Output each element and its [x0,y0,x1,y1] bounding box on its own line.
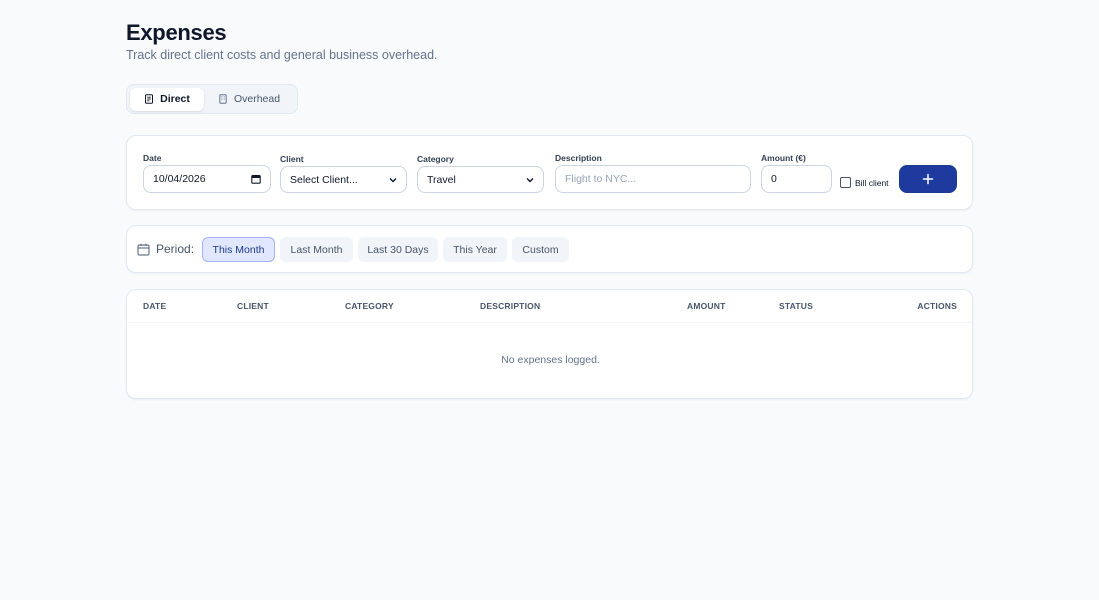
column-header-status: STATUS [779,301,813,311]
category-select[interactable]: Travel [417,166,544,193]
page-subtitle: Track direct client costs and general bu… [126,48,438,62]
category-label: Category [417,154,454,164]
expenses-table: DATE CLIENT CATEGORY DESCRIPTION AMOUNT … [126,289,973,399]
chevron-down-icon [389,178,397,183]
period-filter: Period: This Month Last Month Last 30 Da… [126,225,973,273]
period-last-30-days[interactable]: Last 30 Days [358,237,438,262]
calendar-icon [137,243,150,256]
description-placeholder: Flight to NYC... [565,173,637,185]
amount-label: Amount (€) [761,153,806,163]
period-label-text: Period: [156,242,195,256]
table-body: No expenses logged. [127,322,972,398]
empty-state-message: No expenses logged. [501,354,600,366]
chevron-down-icon [526,178,534,183]
calendar-icon [251,175,261,184]
amount-value: 0 [771,173,777,185]
tab-direct[interactable]: Direct [130,87,204,111]
date-input[interactable]: 10/04/2026 [143,165,271,193]
tab-direct-label: Direct [160,93,190,105]
period-custom[interactable]: Custom [512,237,569,262]
column-header-amount: AMOUNT [687,301,726,311]
period-this-month[interactable]: This Month [202,237,275,262]
tab-overhead-label: Overhead [233,93,281,105]
amount-input[interactable]: 0 [761,165,832,193]
column-header-category: CATEGORY [345,301,394,311]
plus-icon [922,173,934,185]
category-value: Travel [427,173,456,186]
bill-client-label: Bill client [855,177,889,188]
description-label: Description [555,153,602,163]
date-label: Date [143,153,162,163]
add-expense-button[interactable] [899,165,957,193]
add-expense-form: Date 10/04/2026 Client Select Client... … [126,135,973,210]
period-label: Period: [137,242,194,256]
column-header-client: CLIENT [237,301,269,311]
receipt-icon [145,94,154,104]
client-label: Client [280,154,304,164]
column-header-date: DATE [143,301,167,311]
date-value: 10/04/2026 [153,173,206,185]
bill-client-checkbox[interactable] [840,177,851,188]
client-value: Select Client... [290,173,358,186]
client-select[interactable]: Select Client... [280,166,407,193]
period-this-year[interactable]: This Year [443,237,507,262]
column-header-description: DESCRIPTION [480,301,541,311]
tab-overhead[interactable]: Overhead [204,88,294,111]
period-last-month[interactable]: Last Month [280,237,353,262]
expense-type-tabs: Direct Overhead [126,84,298,114]
description-input[interactable]: Flight to NYC... [555,165,751,193]
page-title: Expenses [126,20,227,45]
building-icon [219,94,227,104]
column-header-actions: ACTIONS [917,301,957,311]
bill-client-toggle[interactable]: Bill client [840,177,889,188]
table-divider [127,322,972,323]
